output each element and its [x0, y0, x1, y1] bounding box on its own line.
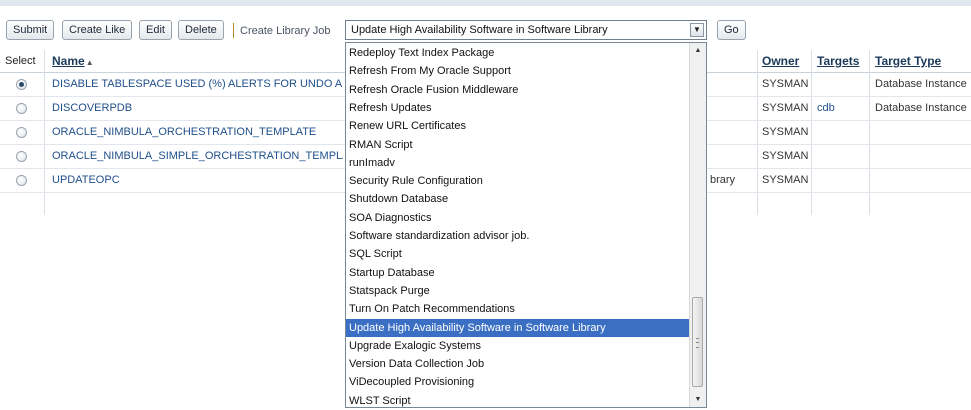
- create-like-button[interactable]: Create Like: [62, 20, 133, 40]
- toolbar-separator: [233, 23, 234, 38]
- dropdown-option[interactable]: runImadv: [346, 154, 690, 172]
- library-job-dropdown-list[interactable]: Redeploy Text Index Package Refresh From…: [345, 42, 707, 408]
- dropdown-option[interactable]: Turn On Patch Recommendations: [346, 300, 690, 318]
- owner-cell: SYSMAN: [762, 126, 809, 138]
- dropdown-option[interactable]: Refresh Updates: [346, 99, 690, 117]
- toolbar: Submit Create Like Edit Delete Create Li…: [0, 14, 971, 40]
- job-name-link[interactable]: ORACLE_NIMBULA_SIMPLE_ORCHESTRATION_TEMP…: [52, 150, 343, 162]
- library-job-select-value: Update High Availability Software in Sof…: [351, 24, 608, 36]
- library-job-select[interactable]: Update High Availability Software in Sof…: [345, 20, 707, 40]
- delete-button[interactable]: Delete: [178, 20, 224, 40]
- row-select-radio[interactable]: [16, 79, 27, 90]
- submit-button[interactable]: Submit: [6, 20, 55, 40]
- create-library-job-label: Create Library Job: [240, 25, 331, 37]
- dropdown-option-selected[interactable]: Update High Availability Software in Sof…: [346, 318, 690, 337]
- job-name-link[interactable]: UPDATEOPC: [52, 174, 120, 186]
- grip-icon: [696, 338, 699, 348]
- job-name-link[interactable]: DISABLE TABLESPACE USED (%) ALERTS FOR U…: [52, 78, 343, 90]
- dropdown-option[interactable]: Startup Database: [346, 264, 690, 282]
- row-select-radio[interactable]: [16, 127, 27, 138]
- dropdown-option[interactable]: SQL Script: [346, 245, 690, 263]
- targets-column-header[interactable]: Targets: [817, 54, 859, 68]
- dropdown-option[interactable]: ViDecoupled Provisioning: [346, 373, 690, 391]
- dropdown-option[interactable]: Refresh Oracle Fusion Middleware: [346, 81, 690, 99]
- owner-cell: SYSMAN: [762, 174, 809, 186]
- dropdown-option[interactable]: WLST Script: [346, 392, 690, 407]
- job-type-cell: brary: [710, 174, 736, 186]
- dropdown-scrollbar[interactable]: ▲ ▼: [689, 43, 706, 407]
- job-name-link[interactable]: ORACLE_NIMBULA_ORCHESTRATION_TEMPLATE: [52, 126, 316, 138]
- dropdown-option[interactable]: SOA Diagnostics: [346, 209, 690, 227]
- dropdown-option[interactable]: Version Data Collection Job: [346, 355, 690, 373]
- chevron-down-icon[interactable]: ▼: [690, 23, 704, 37]
- scroll-down-arrow-icon[interactable]: ▼: [690, 392, 706, 407]
- go-button[interactable]: Go: [717, 20, 746, 40]
- target-type-cell: Database Instance: [875, 102, 967, 114]
- dropdown-option[interactable]: Software standardization advisor job.: [346, 227, 690, 245]
- owner-cell: SYSMAN: [762, 102, 809, 114]
- targets-link[interactable]: cdb: [817, 102, 835, 114]
- dropdown-option[interactable]: Refresh From My Oracle Support: [346, 62, 690, 80]
- scrollbar-thumb[interactable]: [692, 297, 703, 387]
- target-type-cell: Database Instance: [875, 78, 967, 90]
- name-header-label: Name: [52, 54, 85, 68]
- owner-cell: SYSMAN: [762, 150, 809, 162]
- select-column-header: Select: [5, 55, 36, 67]
- owner-column-header[interactable]: Owner: [762, 54, 799, 68]
- dropdown-option[interactable]: Security Rule Configuration: [346, 172, 690, 190]
- dropdown-option[interactable]: Shutdown Database: [346, 190, 690, 208]
- name-column-header[interactable]: Name▲: [52, 54, 94, 68]
- dropdown-option[interactable]: RMAN Script: [346, 136, 690, 154]
- job-name-link[interactable]: DISCOVERPDB: [52, 102, 132, 114]
- scroll-up-arrow-icon[interactable]: ▲: [690, 43, 706, 58]
- row-select-radio[interactable]: [16, 103, 27, 114]
- row-select-radio[interactable]: [16, 175, 27, 186]
- dropdown-option[interactable]: Redeploy Text Index Package: [346, 44, 690, 62]
- row-select-radio[interactable]: [16, 151, 27, 162]
- target-type-column-header[interactable]: Target Type: [875, 54, 941, 68]
- dropdown-option[interactable]: Renew URL Certificates: [346, 117, 690, 135]
- edit-button[interactable]: Edit: [139, 20, 172, 40]
- dropdown-option[interactable]: Statspack Purge: [346, 282, 690, 300]
- sort-ascending-icon[interactable]: ▲: [86, 58, 94, 67]
- owner-cell: SYSMAN: [762, 78, 809, 90]
- dropdown-option[interactable]: Upgrade Exalogic Systems: [346, 337, 690, 355]
- top-divider: [0, 0, 971, 6]
